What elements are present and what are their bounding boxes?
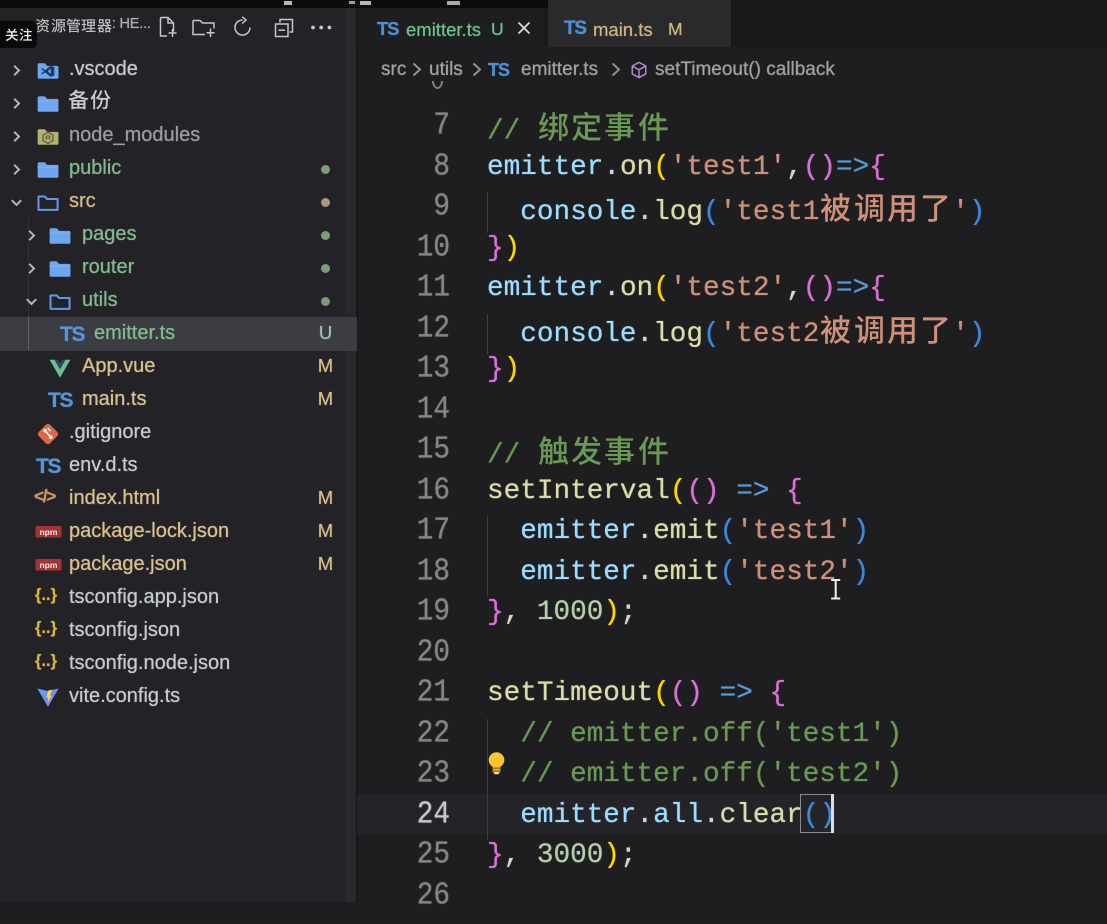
svg-text:npm: npm <box>40 560 58 570</box>
svg-text:npm: npm <box>40 527 58 537</box>
